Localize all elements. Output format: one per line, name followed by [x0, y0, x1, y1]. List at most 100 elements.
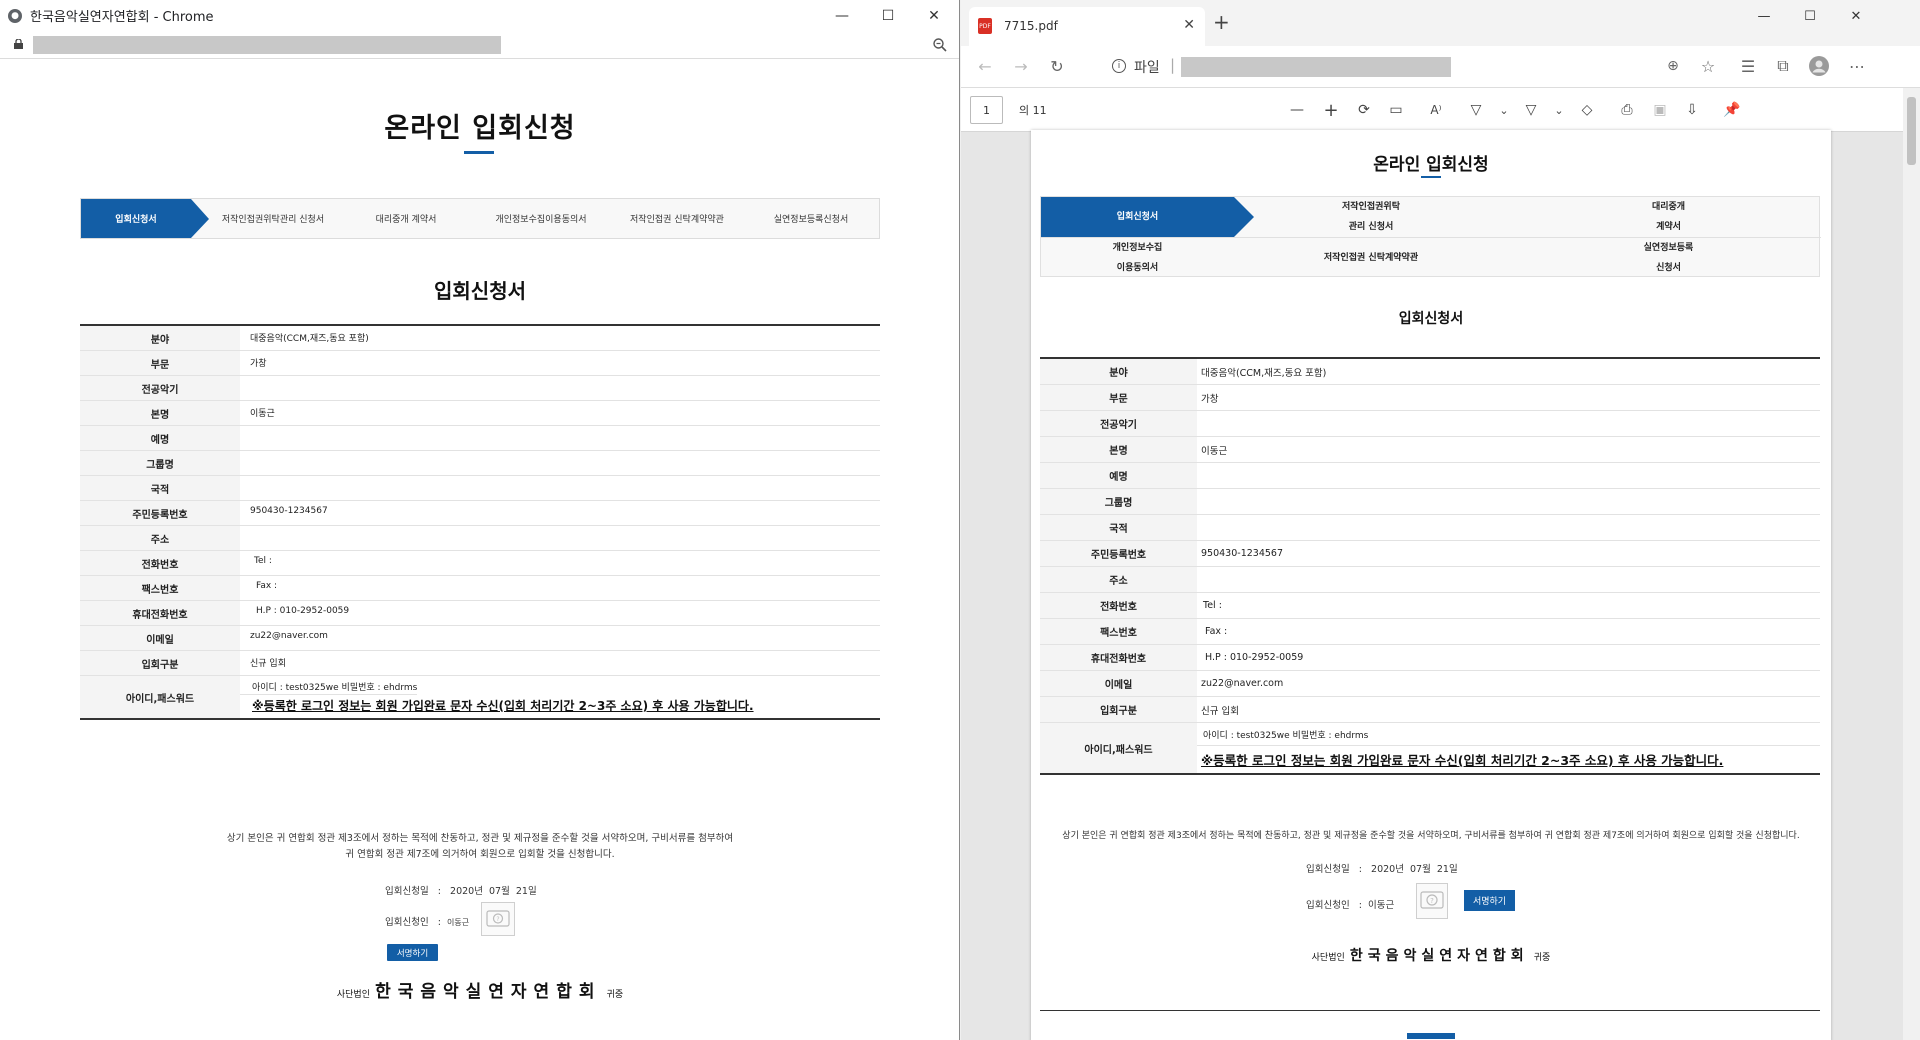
rotate-icon[interactable]: ⟳ [1355, 101, 1373, 119]
close-button[interactable]: ✕ [1833, 4, 1879, 28]
info-icon[interactable]: i [1112, 59, 1126, 73]
row-value: 950430-1234567 [1201, 548, 1284, 559]
table-row: 입회구분 신규 입회 [80, 651, 880, 676]
step-4[interactable]: 개인정보수집이용동의서 [471, 199, 611, 238]
chrome-popup-window: ● 한국음악실연자연합회 - Chrome — ☐ ✕ 온라인 입회신청 입회신… [0, 0, 960, 1040]
row-value: 아이디 : test0325we 비밀번호 : ehdrms ※등록한 로그인 … [1197, 723, 1820, 773]
pledge-text: 상기 본인은 귀 연합회 정관 제3조에서 정하는 목적에 찬동하고, 정관 및… [0, 831, 959, 863]
row-value: 가창 [250, 359, 267, 369]
date-month: 07월 [489, 886, 510, 897]
profile-icon[interactable] [1809, 56, 1829, 76]
save-icon[interactable]: ▣ [1651, 101, 1669, 119]
date-label: 입회신청일 [385, 886, 429, 897]
pdf-viewer[interactable]: 온라인 입회신청 입회신청서 저작인접권위탁 관리 신청서 대리중개 계약서 개인정… [961, 130, 1903, 1040]
star-icon[interactable]: ☆ [1698, 56, 1718, 76]
zoom-out-icon[interactable]: — [1288, 101, 1306, 119]
tab-bar: PDF 7715.pdf ✕ + — ☐ ✕ [961, 0, 1920, 46]
pdf-file-icon: PDF [978, 18, 992, 34]
table-row: 주민등록번호 950430-1234567 [80, 501, 880, 526]
step-1: 입회신청서 [1041, 197, 1254, 237]
minimize-button[interactable]: — [1741, 4, 1787, 28]
print-icon[interactable]: ⎙ [1618, 101, 1636, 119]
minimize-button[interactable]: — [819, 0, 865, 31]
signature-image: ? [1416, 883, 1448, 919]
url-redacted[interactable] [33, 36, 501, 54]
close-tab-icon[interactable]: ✕ [1183, 17, 1195, 33]
draw-icon[interactable]: ▽ [1522, 101, 1540, 119]
application-form-table: 분야 대중음악(CCM,재즈,동요 포함) 부문 가창 전공악기 본명 이동근 예명 … [1040, 357, 1820, 775]
row-value: zu22@naver.com [1201, 678, 1284, 689]
close-button[interactable]: ✕ [911, 0, 957, 31]
row-value: Fax : [256, 581, 278, 591]
site-favicon-icon: ● [8, 8, 22, 23]
scrollbar-thumb[interactable] [1907, 97, 1916, 165]
step-navigation: 입회신청서 저작인접권위탁 관리 신청서 대리중개 계약서 개인정보수집 이용동의서 … [1040, 196, 1821, 278]
page-number-input[interactable]: 1 [970, 96, 1003, 124]
pledge-line-1: 상기 본인은 귀 연합회 정관 제3조에서 정하는 목적에 찬동하고, 정관 및… [226, 833, 734, 844]
row-label: 전화번호 [1040, 593, 1197, 618]
save-as-icon[interactable]: ⇩ [1683, 101, 1701, 119]
pdf-scrollbar[interactable] [1903, 88, 1920, 1040]
org-suffix: 귀중 [1533, 953, 1551, 963]
forward-icon[interactable]: → [1011, 56, 1031, 76]
sign-button[interactable]: 서명하기 [387, 944, 438, 961]
pin-icon[interactable]: 📌 [1723, 101, 1741, 119]
table-row: 팩스번호 Fax : [1040, 619, 1820, 645]
step-1[interactable]: 입회신청서 [81, 199, 209, 238]
tab-pdf[interactable]: PDF 7715.pdf ✕ [969, 7, 1205, 46]
step-3[interactable]: 대리중개 계약서 [341, 199, 471, 238]
collections-icon[interactable]: ⧉ [1773, 56, 1793, 76]
row-label: 부문 [1040, 385, 1197, 410]
fit-page-icon[interactable]: ▭ [1387, 101, 1405, 119]
zoom-icon[interactable]: ⊕ [1663, 56, 1683, 76]
url-redacted[interactable] [1181, 57, 1451, 77]
chevron-down-icon[interactable]: ⌄ [1550, 101, 1568, 119]
row-label: 이메일 [80, 626, 240, 650]
step-5: 저작인접권 신탁계약약관 [1256, 238, 1486, 278]
left-page-content: 온라인 입회신청 입회신청서 저작인접권위탁관리 신청서 대리중개 계약서 개인… [0, 60, 959, 1040]
eraser-icon[interactable]: ◇ [1578, 101, 1596, 119]
table-row: 부문 가창 [80, 351, 880, 376]
table-row: 주소 [1040, 567, 1820, 593]
maximize-button[interactable]: ☐ [1787, 4, 1833, 28]
step-6-line2: 신청서 [1656, 263, 1681, 273]
sign-button: 서명하기 [1464, 890, 1515, 911]
applicant: 입회신청인 : 이동근 [385, 914, 469, 928]
step-2[interactable]: 저작인접권위탁관리 신청서 [191, 199, 341, 238]
navigation-bar: ← → ↻ i 파일 | ⊕ ☆ ☰ ⧉ ⋯ [961, 46, 1920, 88]
read-aloud-icon[interactable]: A⁾ [1427, 101, 1445, 119]
step-5[interactable]: 저작인접권 신탁계약약관 [611, 199, 743, 238]
row-label: 분야 [1040, 359, 1197, 384]
row-value: zu22@naver.com [250, 631, 328, 641]
zoom-in-icon[interactable]: + [1322, 100, 1340, 121]
maximize-button[interactable]: ☐ [865, 0, 911, 31]
refresh-icon[interactable]: ↻ [1047, 56, 1067, 76]
applicant-name: 이동근 [447, 918, 470, 927]
highlight-icon[interactable]: ▽ [1467, 101, 1485, 119]
address-bar[interactable]: i 파일 | [1106, 51, 1676, 83]
table-row: 전화번호 Tel : [80, 551, 880, 576]
zoom-icon[interactable] [932, 37, 948, 53]
applicant: 입회신청인 : 이동근 [1306, 897, 1394, 911]
step-1-label: 입회신청서 [1116, 212, 1159, 222]
row-value: 아이디 : test0325we 비밀번호 : ehdrms ※등록한 로그인 … [240, 676, 880, 718]
table-row-account: 아이디,패스워드 아이디 : test0325we 비밀번호 : ehdrms … [1040, 723, 1820, 773]
step-6[interactable]: 실연정보등록신청서 [743, 199, 879, 238]
step-4-line2: 이용동의서 [1116, 263, 1159, 273]
table-row: 그룹명 [1040, 489, 1820, 515]
svg-text:?: ? [496, 916, 499, 923]
favorites-icon[interactable]: ☰ [1738, 56, 1758, 76]
more-icon[interactable]: ⋯ [1847, 56, 1867, 76]
new-tab-button[interactable]: + [1213, 10, 1230, 34]
chevron-down-icon[interactable]: ⌄ [1495, 101, 1513, 119]
row-value: 대중음악(CCM,재즈,동요 포함) [250, 334, 369, 344]
row-value [1197, 411, 1820, 436]
back-icon[interactable]: ← [975, 56, 995, 76]
step-4: 개인정보수집 이용동의서 [1041, 238, 1234, 278]
table-row: 주민등록번호 950430-1234567 [1040, 541, 1820, 567]
application-date: 입회신청일 : 2020년 07월 21일 [385, 883, 537, 897]
row-label: 휴대전화번호 [1040, 645, 1197, 670]
row-label: 국적 [1040, 515, 1197, 540]
table-row: 입회구분 신규 입회 [1040, 697, 1820, 723]
account-notice: ※등록한 로그인 정보는 회원 가입완료 문자 수신(입회 처리기간 2~3주 … [252, 699, 754, 713]
